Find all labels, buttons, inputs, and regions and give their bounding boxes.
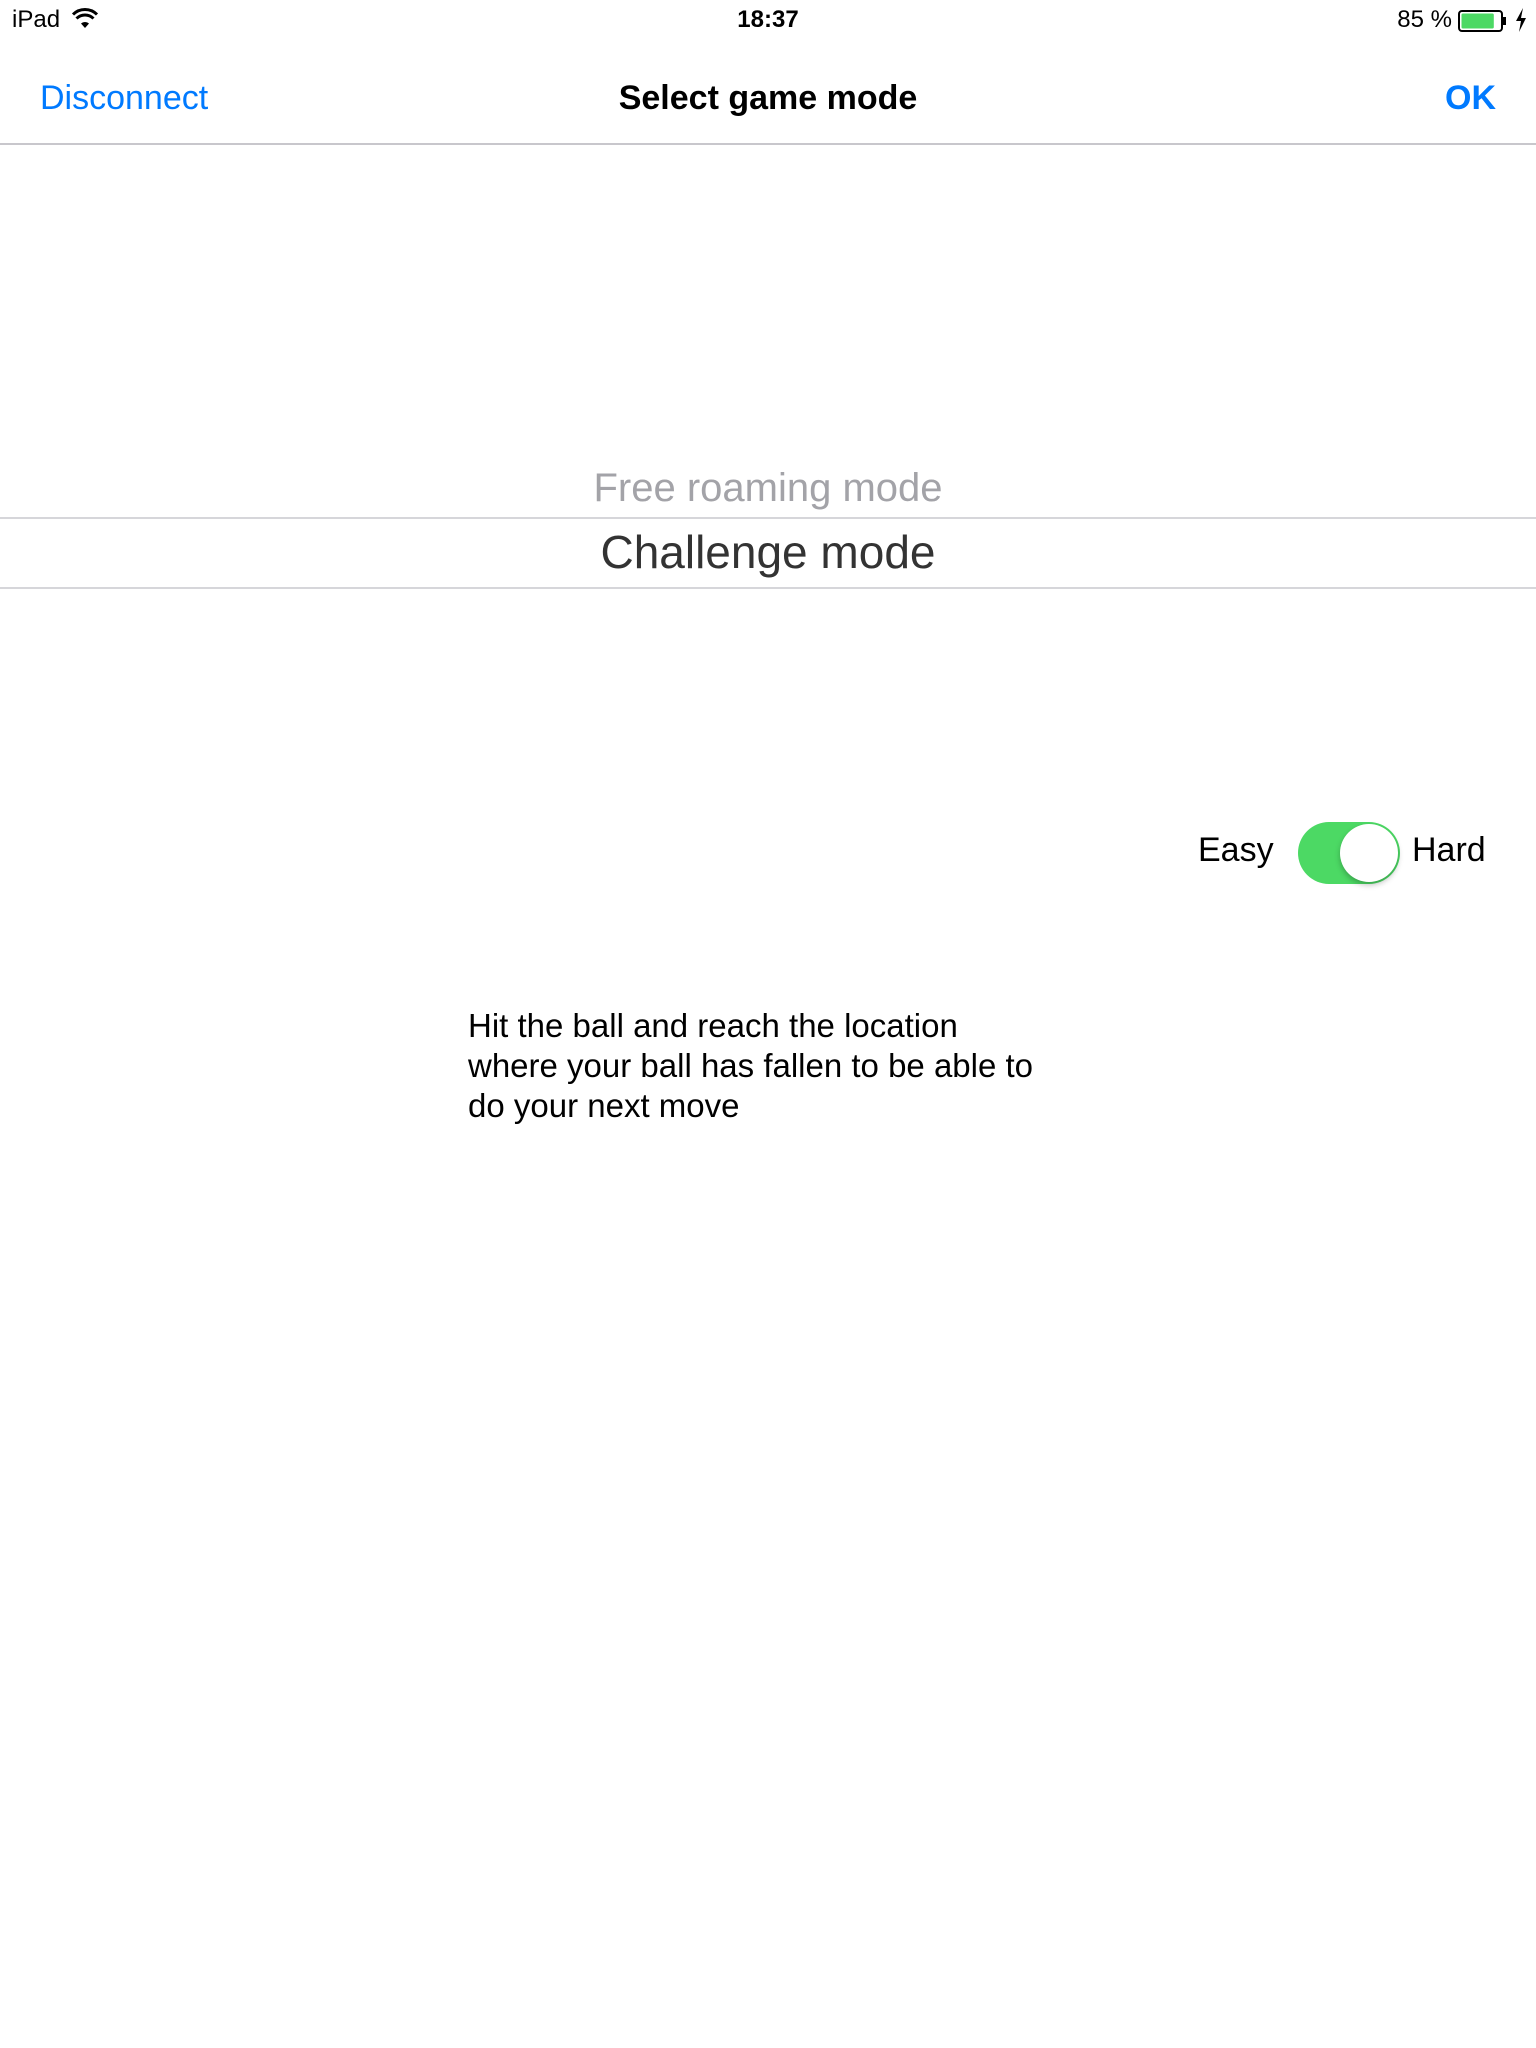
difficulty-control: Easy Hard <box>1180 816 1500 886</box>
picker-option-challenge[interactable]: Challenge mode <box>0 524 1536 580</box>
battery-percentage: 85 % <box>1397 6 1452 33</box>
status-bar: iPad 18:37 85 % <box>0 0 1536 40</box>
difficulty-hard-label: Hard <box>1412 831 1486 869</box>
description-line: where your ball has fallen to be able to <box>468 1047 1034 1084</box>
difficulty-easy-label: Easy <box>1198 831 1274 869</box>
charging-bolt-icon <box>1516 8 1526 32</box>
navigation-bar: Disconnect Select game mode OK <box>0 40 1536 145</box>
toggle-knob[interactable] <box>1340 824 1398 882</box>
battery-fill <box>1461 13 1494 29</box>
picker-option-free-roaming[interactable]: Free roaming mode <box>0 460 1536 516</box>
ok-button[interactable]: OK <box>1445 78 1496 118</box>
game-mode-picker[interactable]: Free roaming mode Challenge mode <box>0 460 1536 590</box>
description-line: Hit the ball and reach the location <box>468 1007 958 1044</box>
clock: 18:37 <box>737 6 799 33</box>
page-title: Select game mode <box>618 79 918 117</box>
difficulty-toggle[interactable] <box>1298 822 1400 884</box>
battery-icon <box>1458 10 1506 32</box>
mode-description: Hit the ball and reach the location wher… <box>468 1006 1108 1126</box>
description-line: do your next move <box>468 1087 740 1124</box>
